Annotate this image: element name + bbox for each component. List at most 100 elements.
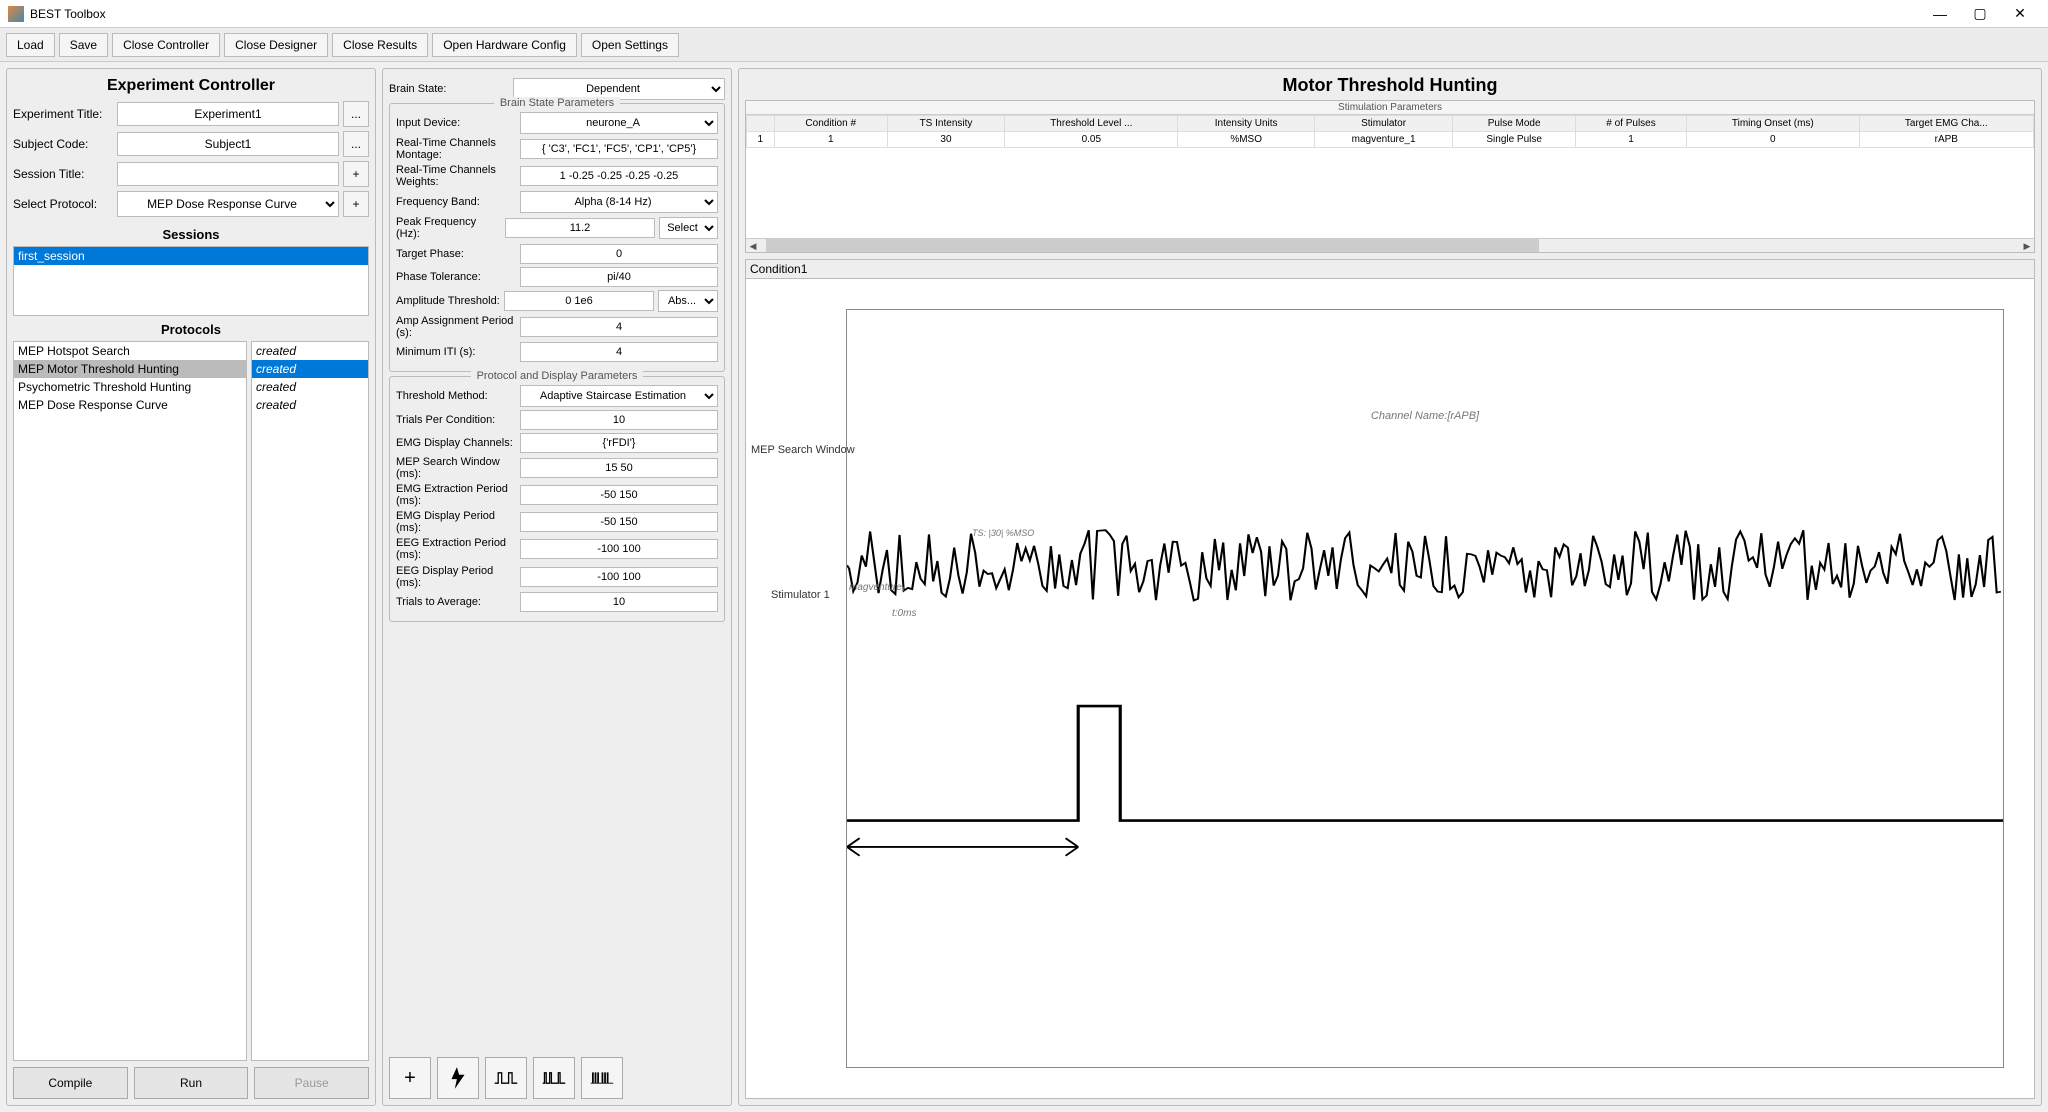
add-condition-button[interactable]: +: [389, 1057, 431, 1099]
protocol-status[interactable]: created: [252, 396, 368, 414]
toolbar: Load Save Close Controller Close Designe…: [0, 28, 2048, 62]
eeg-dp-label: EEG Display Period (ms):: [396, 565, 516, 589]
exp-title-input[interactable]: [117, 102, 339, 126]
montage-label: Real-Time Channels Montage:: [396, 137, 516, 161]
save-button[interactable]: Save: [59, 33, 108, 57]
protocol-status[interactable]: created: [252, 378, 368, 396]
protocol-status-listbox[interactable]: created created created created: [251, 341, 369, 1061]
emg-dp-label: EMG Display Period (ms):: [396, 510, 516, 534]
titlebar: BEST Toolbox — ▢ ✕: [0, 0, 2048, 28]
thr-method-select[interactable]: Adaptive Staircase Estimation: [520, 385, 718, 407]
mep-sw-input[interactable]: [520, 458, 718, 478]
open-settings-button[interactable]: Open Settings: [581, 33, 679, 57]
close-controller-button[interactable]: Close Controller: [112, 33, 220, 57]
close-button[interactable]: ✕: [2000, 2, 2040, 26]
sessions-listbox[interactable]: first_session: [13, 246, 369, 316]
load-button[interactable]: Load: [6, 33, 55, 57]
session-title-input[interactable]: [117, 162, 339, 186]
protocol-item[interactable]: MEP Dose Response Curve: [14, 396, 246, 414]
parameters-panel: Brain State: Dependent Brain State Param…: [382, 68, 732, 1106]
protocol-item[interactable]: Psychometric Threshold Hunting: [14, 378, 246, 396]
plot-axes: Channel Name:[rAPB] TS: |30| %MSO magven…: [846, 309, 2004, 1068]
eeg-ex-input[interactable]: [520, 539, 718, 559]
close-results-button[interactable]: Close Results: [332, 33, 428, 57]
freq-band-label: Frequency Band:: [396, 196, 516, 208]
emg-ex-input[interactable]: [520, 485, 718, 505]
t0-label: t:0ms: [892, 608, 916, 619]
sessions-title: Sessions: [13, 227, 369, 242]
subj-code-more-button[interactable]: ...: [343, 131, 369, 157]
iti-input[interactable]: [520, 342, 718, 362]
compile-button[interactable]: Compile: [13, 1067, 128, 1099]
protocol-item[interactable]: MEP Hotspot Search: [14, 342, 246, 360]
minimize-button[interactable]: —: [1920, 2, 1960, 26]
close-designer-button[interactable]: Close Designer: [224, 33, 328, 57]
aap-input[interactable]: [520, 317, 718, 337]
stimulator-axis-label: Stimulator 1: [771, 589, 830, 601]
table-header-row: Condition # TS Intensity Threshold Level…: [747, 116, 2034, 132]
protocols-listbox[interactable]: MEP Hotspot Search MEP Motor Threshold H…: [13, 341, 247, 1061]
protocol-item[interactable]: MEP Motor Threshold Hunting: [14, 360, 246, 378]
emg-dp-input[interactable]: [520, 512, 718, 532]
peak-freq-input[interactable]: [505, 218, 655, 238]
app-icon: [8, 6, 24, 22]
paired-pulse-icon[interactable]: [485, 1057, 527, 1099]
target-phase-input[interactable]: [520, 244, 718, 264]
bsp-legend: Brain State Parameters: [494, 97, 620, 109]
subj-code-label: Subject Code:: [13, 137, 113, 151]
iti-label: Minimum ITI (s):: [396, 346, 516, 358]
input-device-select[interactable]: neurone_A: [520, 112, 718, 134]
emg-ch-label: EMG Display Channels:: [396, 437, 516, 449]
experiment-controller-panel: Experiment Controller Experiment Title: …: [6, 68, 376, 1106]
peak-freq-label: Peak Frequency (Hz):: [396, 216, 501, 240]
stim-params-table: Stimulation Parameters Condition # TS In…: [745, 100, 2035, 253]
target-phase-label: Target Phase:: [396, 248, 516, 260]
freq-band-select[interactable]: Alpha (8-14 Hz): [520, 191, 718, 213]
phase-tol-input[interactable]: [520, 267, 718, 287]
eeg-dp-input[interactable]: [520, 567, 718, 587]
amp-thresh-input[interactable]: [504, 291, 654, 311]
plot-area: Channel Name:[rAPB] TS: |30| %MSO magven…: [745, 278, 2035, 1099]
session-add-button[interactable]: +: [343, 161, 369, 187]
protocol-status[interactable]: created: [252, 342, 368, 360]
weights-input[interactable]: [520, 166, 718, 186]
emg-ch-input[interactable]: [520, 433, 718, 453]
pdp-legend: Protocol and Display Parameters: [471, 370, 644, 382]
protocol-status[interactable]: created: [252, 360, 368, 378]
brain-state-label: Brain State:: [389, 83, 509, 95]
montage-input[interactable]: [520, 139, 718, 159]
tpc-input[interactable]: [520, 410, 718, 430]
condition-label: Condition1: [745, 259, 2035, 278]
protocol-select-label: Select Protocol:: [13, 197, 113, 211]
stim-caption: Stimulation Parameters: [746, 101, 2034, 115]
table-row[interactable]: 1 1 30 0.05 %MSO magventure_1 Single Pul…: [747, 132, 2034, 148]
run-button[interactable]: Run: [134, 1067, 249, 1099]
thr-method-label: Threshold Method:: [396, 390, 516, 402]
tta-input[interactable]: [520, 592, 718, 612]
session-item[interactable]: first_session: [14, 247, 368, 265]
protocol-select[interactable]: MEP Dose Response Curve: [117, 191, 339, 217]
emg-ex-label: EMG Extraction Period (ms):: [396, 483, 516, 507]
exp-title-more-button[interactable]: ...: [343, 101, 369, 127]
waveform-svg: [847, 310, 2003, 1067]
maximize-button[interactable]: ▢: [1960, 2, 2000, 26]
amp-mode-select[interactable]: Abs...: [658, 290, 718, 312]
protocol-add-button[interactable]: +: [343, 191, 369, 217]
channel-name-label: Channel Name:[rAPB]: [1371, 410, 1479, 422]
tta-label: Trials to Average:: [396, 596, 516, 608]
peak-freq-mode-select[interactable]: Select: [659, 217, 718, 239]
session-title-label: Session Title:: [13, 167, 113, 181]
pause-button[interactable]: Pause: [254, 1067, 369, 1099]
aap-label: Amp Assignment Period (s):: [396, 315, 516, 339]
table-hscrollbar[interactable]: ◀▶: [746, 238, 2034, 252]
subj-code-input[interactable]: [117, 132, 339, 156]
controller-title: Experiment Controller: [13, 77, 369, 95]
right-title: Motor Threshold Hunting: [745, 75, 2035, 96]
single-pulse-icon[interactable]: [437, 1057, 479, 1099]
mep-sw-label: MEP Search Window (ms):: [396, 456, 516, 480]
threshold-hunting-panel: Motor Threshold Hunting Stimulation Para…: [738, 68, 2042, 1106]
open-hw-button[interactable]: Open Hardware Config: [432, 33, 577, 57]
magventure-label: magventure₁: [849, 582, 905, 593]
burst-pulse-icon[interactable]: [581, 1057, 623, 1099]
train-pulse-icon[interactable]: [533, 1057, 575, 1099]
